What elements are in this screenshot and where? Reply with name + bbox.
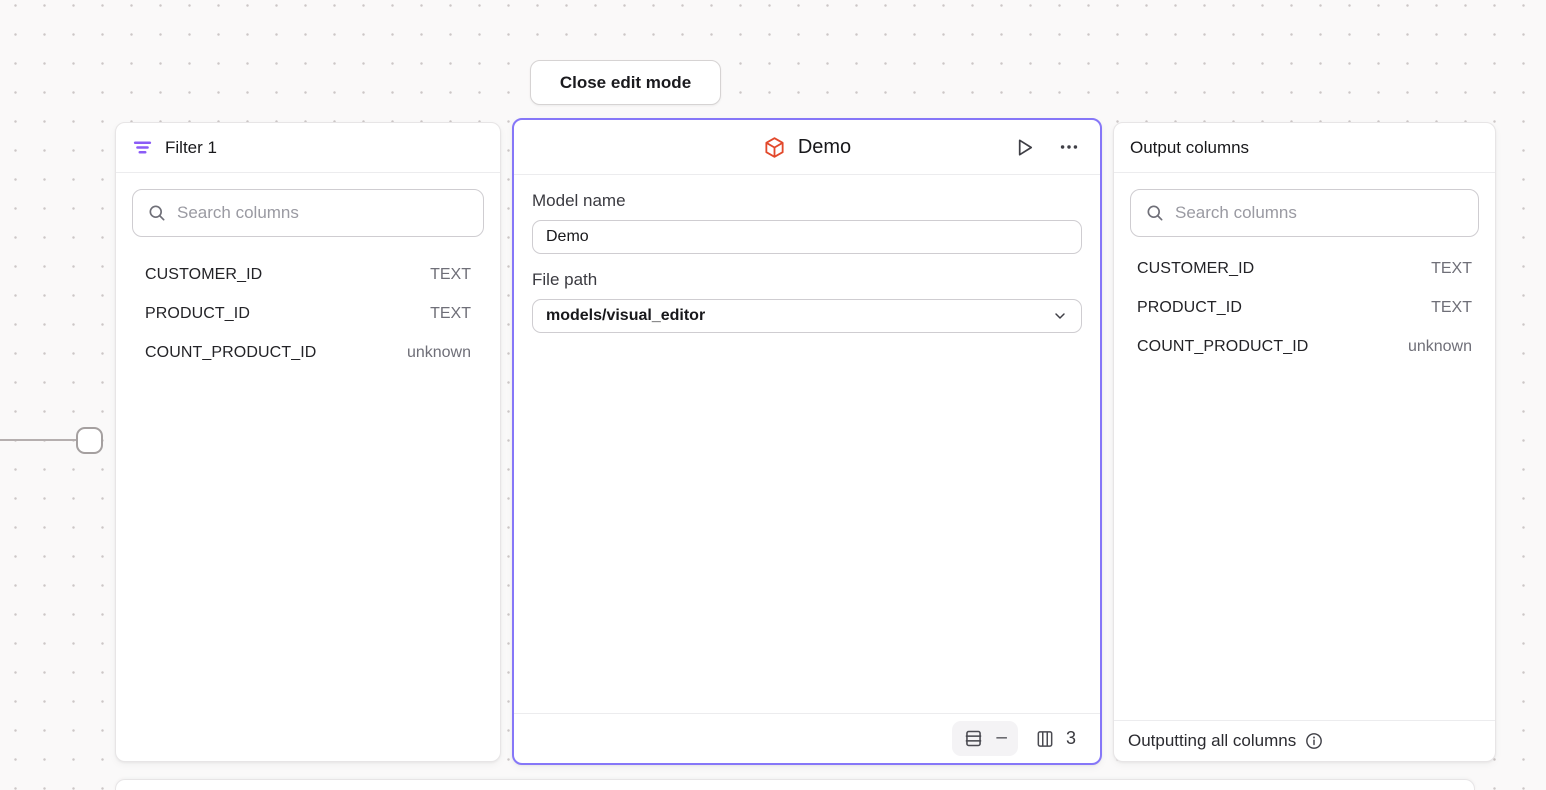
file-path-label: File path [532, 270, 1082, 290]
close-edit-mode-button[interactable]: Close edit mode [530, 60, 721, 105]
table-rows-icon [963, 728, 984, 749]
filter-lines-icon [132, 137, 153, 158]
model-panel-body: Model name File path models/visual_edito… [514, 175, 1100, 349]
connector-edge [0, 439, 77, 441]
output-column-list: CUSTOMER_ID TEXT PRODUCT_ID TEXT COUNT_P… [1130, 249, 1479, 366]
play-icon [1013, 136, 1036, 159]
column-name: COUNT_PRODUCT_ID [1137, 338, 1308, 356]
chevron-down-icon [1052, 308, 1068, 324]
column-count-value: 3 [1066, 728, 1076, 749]
info-icon[interactable] [1304, 731, 1324, 751]
model-panel-header: Demo [514, 120, 1100, 175]
filter-panel-header: Filter 1 [116, 123, 500, 173]
row-count-pill[interactable]: – [952, 721, 1018, 756]
output-panel-footer: Outputting all columns [1114, 720, 1495, 761]
output-search-box [1130, 189, 1479, 237]
model-name-input[interactable] [532, 220, 1082, 254]
column-name: PRODUCT_ID [145, 305, 250, 323]
model-name-label: Model name [532, 191, 1082, 211]
output-panel-title: Output columns [1130, 138, 1249, 158]
column-row[interactable]: COUNT_PRODUCT_ID unknown [1130, 327, 1479, 366]
column-row[interactable]: PRODUCT_ID TEXT [132, 294, 484, 333]
file-path-select[interactable]: models/visual_editor [532, 299, 1082, 333]
column-name: CUSTOMER_ID [1137, 260, 1254, 278]
search-icon [147, 203, 167, 223]
connector-handle[interactable] [76, 427, 103, 454]
column-type: TEXT [430, 266, 471, 284]
canvas-background: Close edit mode Filter 1 [0, 0, 1546, 790]
column-row[interactable]: COUNT_PRODUCT_ID unknown [132, 333, 484, 372]
column-name: PRODUCT_ID [1137, 299, 1242, 317]
model-header-actions [851, 134, 1082, 161]
column-name: COUNT_PRODUCT_ID [145, 344, 316, 362]
filter-column-list: CUSTOMER_ID TEXT PRODUCT_ID TEXT COUNT_P… [132, 255, 484, 372]
file-path-value: models/visual_editor [546, 307, 705, 325]
column-type: TEXT [430, 305, 471, 323]
filter-search-input[interactable] [177, 203, 469, 223]
column-type: unknown [407, 344, 471, 362]
table-columns-icon [1035, 729, 1055, 749]
lineage-panel-edge [115, 779, 1475, 790]
output-search-input[interactable] [1175, 203, 1464, 223]
row-count-value: – [996, 728, 1007, 749]
output-panel-body: CUSTOMER_ID TEXT PRODUCT_ID TEXT COUNT_P… [1114, 173, 1495, 382]
column-count-group[interactable]: 3 [1035, 728, 1076, 749]
model-title-wrap: Demo [763, 136, 851, 159]
more-options-button[interactable] [1056, 134, 1082, 160]
model-node-panel[interactable]: Demo [512, 118, 1102, 765]
output-panel-header: Output columns [1114, 123, 1495, 173]
column-row[interactable]: CUSTOMER_ID TEXT [132, 255, 484, 294]
output-footer-text: Outputting all columns [1128, 731, 1296, 751]
filter-panel-body: CUSTOMER_ID TEXT PRODUCT_ID TEXT COUNT_P… [116, 173, 500, 388]
filter-search-box [132, 189, 484, 237]
search-icon [1145, 203, 1165, 223]
model-cube-icon [763, 136, 786, 159]
column-type: unknown [1408, 338, 1472, 356]
filter-node-panel[interactable]: Filter 1 CUSTOMER_ID TEXT PRODUCT_ID [115, 122, 501, 762]
ellipsis-icon [1058, 136, 1080, 158]
model-panel-title: Demo [798, 136, 851, 159]
column-row[interactable]: PRODUCT_ID TEXT [1130, 288, 1479, 327]
column-row[interactable]: CUSTOMER_ID TEXT [1130, 249, 1479, 288]
column-type: TEXT [1431, 299, 1472, 317]
run-model-button[interactable] [1011, 134, 1038, 161]
model-panel-footer: – 3 [514, 713, 1100, 763]
output-columns-panel: Output columns CUSTOMER_ID TEXT PRODU [1113, 122, 1496, 762]
column-type: TEXT [1431, 260, 1472, 278]
filter-panel-title: Filter 1 [165, 138, 217, 158]
column-name: CUSTOMER_ID [145, 266, 262, 284]
